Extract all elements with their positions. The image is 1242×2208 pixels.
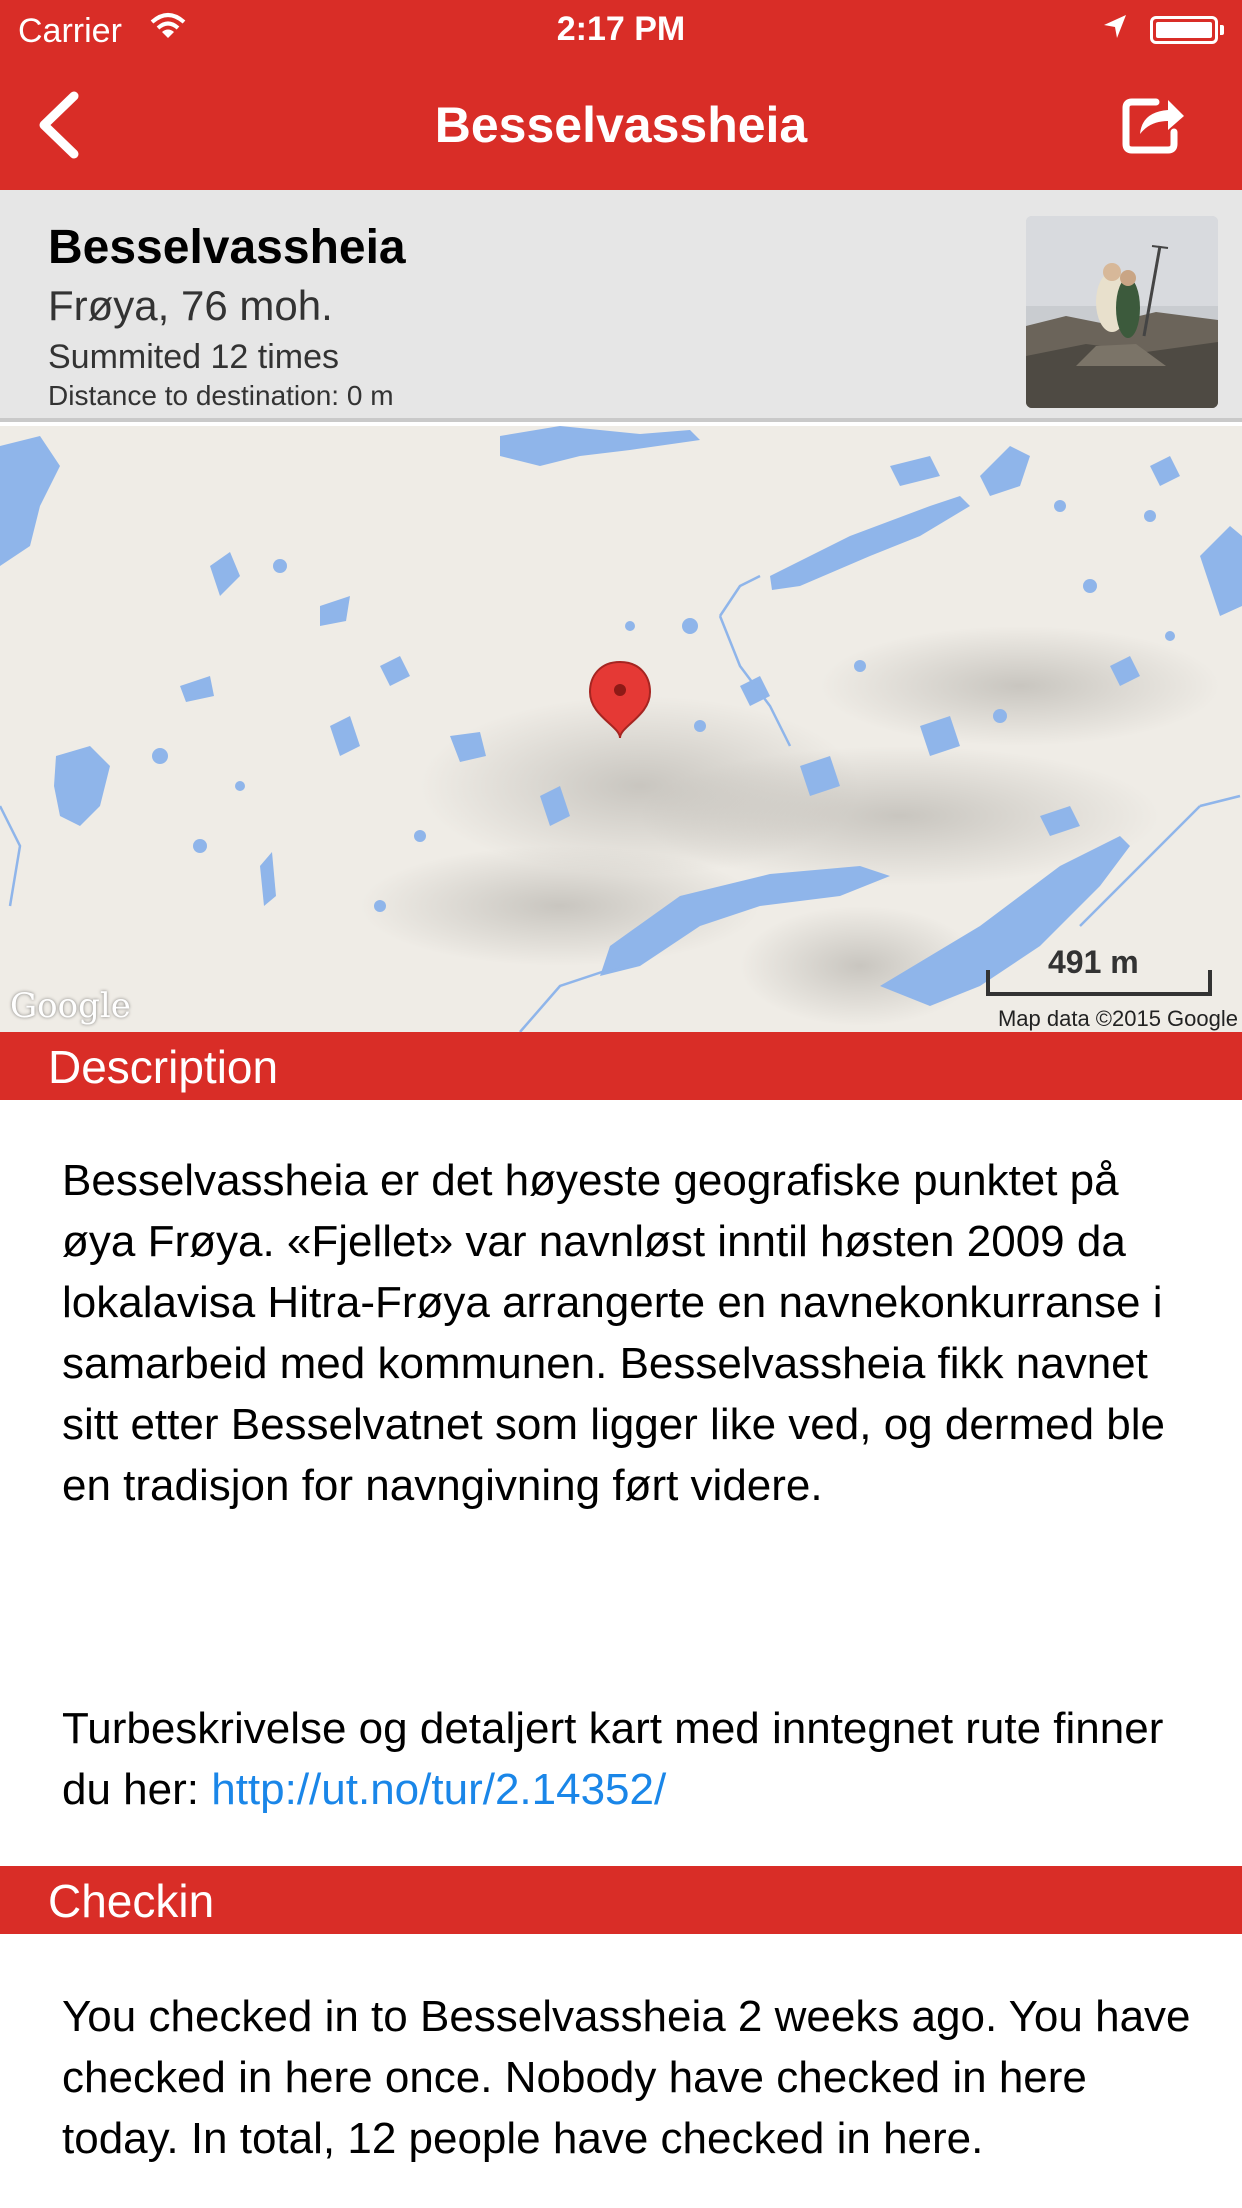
description-header-label: Description [48,1041,279,1093]
checkin-header: Checkin [0,1866,1242,1934]
map-canvas [0,426,1242,1032]
google-logo: Google [10,986,131,1026]
chevron-left-icon [39,91,79,159]
back-button[interactable] [30,90,90,160]
description-header: Description [0,1032,1242,1100]
route-link[interactable]: http://ut.no/tur/2.14352/ [211,1765,666,1814]
map-view[interactable]: Google 491 m Map data ©2015 Google [0,426,1242,1032]
summit-location: Frøya, 76 moh. [48,282,333,329]
navigation-bar: Besselvassheia [0,60,1242,190]
summit-summary: Besselvassheia Frøya, 76 moh. Summited 1… [0,190,1242,422]
summit-name: Besselvassheia [48,221,406,274]
status-bar: Carrier 2:17 PM [0,0,1242,60]
map-scale-bar [986,970,1212,996]
distance-to-destination: Distance to destination: 0 m [48,380,394,411]
description-route-paragraph: Turbeskrivelse og detaljert kart med inn… [62,1698,1192,1820]
battery-icon [1150,16,1224,44]
summit-photo[interactable] [1026,216,1218,408]
checkin-header-label: Checkin [48,1875,215,1927]
description-paragraph: Besselvassheia er det høyeste geografisk… [62,1156,1165,1510]
status-time: 2:17 PM [556,10,686,48]
summit-count: Summited 12 times [48,338,339,376]
page-title: Besselvassheia [434,97,808,153]
location-arrow-icon [1100,12,1130,51]
share-button[interactable] [1118,88,1188,158]
checkin-paragraph: You checked in to Besselvassheia 2 weeks… [62,1992,1191,2163]
map-attribution[interactable]: Map data ©2015 Google [998,1006,1238,1032]
share-icon [1122,98,1184,154]
